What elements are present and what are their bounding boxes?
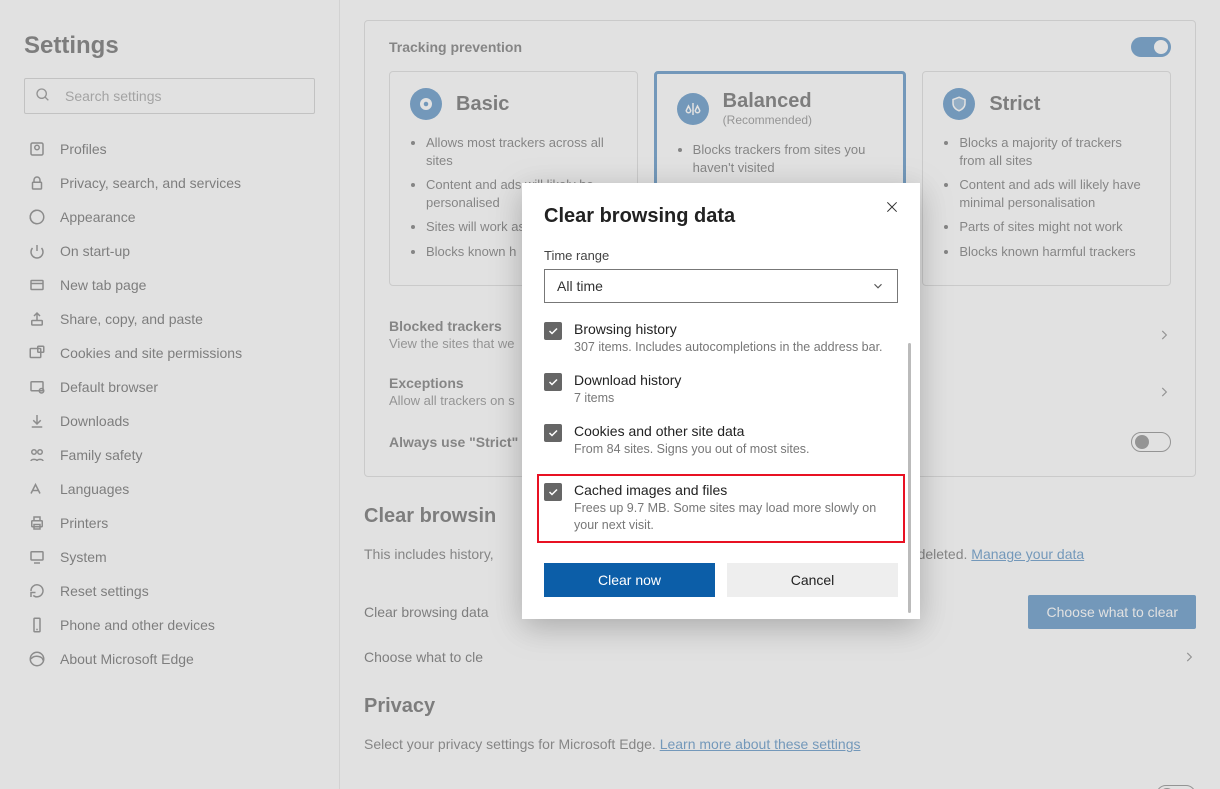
checkbox-icon[interactable] — [544, 483, 562, 501]
dialog-title: Clear browsing data — [544, 205, 898, 228]
time-range-label: Time range — [544, 248, 898, 263]
clear-browsing-dialog: Clear browsing data Time range All time … — [522, 183, 920, 619]
checkbox-icon[interactable] — [544, 424, 562, 442]
close-icon — [884, 199, 900, 215]
cancel-button[interactable]: Cancel — [727, 563, 898, 597]
clear-now-button[interactable]: Clear now — [544, 563, 715, 597]
check-download-history[interactable]: Download history7 items — [544, 372, 898, 407]
check-cached[interactable]: Cached images and filesFrees up 9.7 MB. … — [544, 482, 898, 534]
checkbox-icon[interactable] — [544, 373, 562, 391]
checkbox-icon[interactable] — [544, 322, 562, 340]
chevron-down-icon — [871, 279, 885, 293]
check-cookies[interactable]: Cookies and other site dataFrom 84 sites… — [544, 423, 898, 458]
time-range-select[interactable]: All time — [544, 269, 898, 303]
highlighted-cached-row: Cached images and filesFrees up 9.7 MB. … — [537, 474, 905, 544]
dialog-scrollbar[interactable] — [908, 343, 911, 613]
check-browsing-history[interactable]: Browsing history307 items. Includes auto… — [544, 321, 898, 356]
dialog-close-button[interactable] — [884, 199, 904, 219]
